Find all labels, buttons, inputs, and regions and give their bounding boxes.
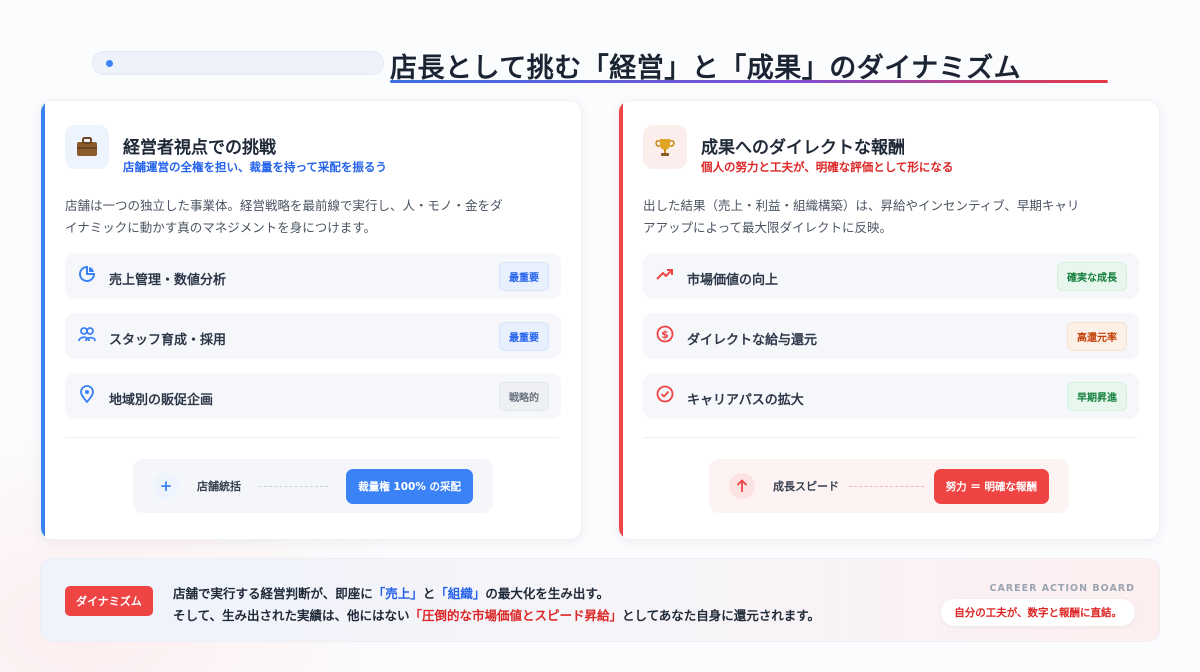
item-label: スタッフ育成・採用	[109, 332, 227, 348]
status-badge: 早期昇進	[1067, 381, 1127, 411]
description-line: 出した結果（売上・利益・組織構築）は、昇給やインセンティブ、早期キャリ	[643, 198, 1080, 213]
description-line: アアップによって最大限ダイレクトに反映。	[643, 220, 893, 235]
highlight-sales: 「売上」	[372, 586, 423, 601]
text-segment: としてあなた自身に還元されます。	[622, 608, 821, 623]
title-underline	[390, 80, 1108, 83]
page-header: 店長として挑む「経営」と「成果」のダイナミズム	[92, 46, 1112, 86]
card-subtitle: 店舗運営の全権を担い、裁量を持って采配を振るう	[123, 160, 387, 174]
flow-label: 店舗統括	[197, 480, 241, 493]
status-badge: 高還元率	[1067, 321, 1127, 351]
description-line: 店舗は一つの独立した事業体。経営戦略を最前線で実行し、人・モノ・金をダ	[65, 198, 503, 213]
summary-line-2: そして、生み出された実績は、他にはない「圧倒的な市場価値とスピード昇給」としてあ…	[173, 605, 820, 627]
item-label: ダイレクトな給与還元	[687, 332, 818, 348]
svg-text:$: $	[661, 328, 669, 341]
list-item: 売上管理・数値分析 最重要	[65, 253, 561, 299]
flow-label: 成長スピード	[773, 480, 839, 493]
dynamism-tag: ダイナミズム	[65, 586, 153, 616]
summary-bar: ダイナミズム 店舗で実行する経営判断が、即座に「売上」と「組織」の最大化を生み出…	[40, 558, 1160, 642]
status-badge: 確実な成長	[1057, 261, 1127, 291]
card-accent-bar	[41, 101, 45, 539]
summary-line-1: 店舗で実行する経営判断が、即座に「売上」と「組織」の最大化を生み出す。	[173, 583, 820, 605]
pie-chart-icon	[65, 265, 109, 286]
card-accent-bar	[619, 101, 623, 539]
card-description: 店舗は一つの独立した事業体。経営戦略を最前線で実行し、人・モノ・金をダ イナミッ…	[65, 195, 565, 239]
item-label: 地域別の販促企画	[109, 392, 214, 408]
list-item: $ ダイレクトな給与還元 高還元率	[643, 313, 1139, 359]
list-item: 市場価値の向上 確実な成長	[643, 253, 1139, 299]
board-label: CAREER ACTION BOARD	[989, 583, 1135, 594]
management-card: 経営者視点での挑戦 店舗運営の全権を担い、裁量を持って采配を振るう 店舗は一つの…	[40, 100, 582, 540]
description-line: イナミックに動かす真のマネジメントを身につけます。	[65, 220, 377, 235]
list-item: スタッフ育成・採用 最重要	[65, 313, 561, 359]
pill-dot	[106, 60, 113, 67]
text-segment: の最大化を生み出す。	[485, 586, 610, 601]
summary-text: 店舗で実行する経営判断が、即座に「売上」と「組織」の最大化を生み出す。 そして、…	[173, 583, 820, 627]
users-icon	[65, 326, 109, 346]
card-description: 出した結果（売上・利益・組織構築）は、昇給やインセンティブ、早期キャリ アアップ…	[643, 195, 1143, 239]
flow-box: 成長スピード 努力 ＝ 明確な報酬	[709, 459, 1069, 513]
card-title: 成果へのダイレクトな報酬	[701, 138, 905, 158]
plus-icon: +	[153, 473, 179, 499]
list-item: キャリアパスの拡大 早期昇進	[643, 373, 1139, 419]
card-subtitle: 個人の努力と工夫が、明確な評価として形になる	[701, 160, 954, 174]
flow-connector	[849, 485, 924, 487]
item-label: キャリアパスの拡大	[687, 392, 804, 408]
card-title: 経営者視点での挑戦	[123, 138, 276, 158]
briefcase-icon	[65, 125, 109, 169]
flow-connector	[259, 485, 329, 487]
list-item: 地域別の販促企画 戦略的	[65, 373, 561, 419]
priority-badge: 最重要	[499, 321, 549, 351]
priority-badge: 最重要	[499, 261, 549, 291]
reward-card: 成果へのダイレクトな報酬 個人の努力と工夫が、明確な評価として形になる 出した結…	[618, 100, 1160, 540]
highlight-market-value: 「圧倒的な市場価値とスピード昇給」	[409, 608, 623, 623]
text-segment: そして、生み出された実績は、他にはない	[173, 608, 410, 623]
text-segment: と	[422, 586, 436, 601]
header-pill	[92, 51, 384, 75]
trending-up-icon	[643, 267, 687, 285]
priority-badge: 戦略的	[499, 381, 549, 411]
dollar-icon: $	[643, 325, 687, 347]
text-segment: 店舗で実行する経営判断が、即座に	[173, 586, 373, 601]
map-pin-icon	[65, 385, 109, 407]
flow-box: + 店舗統括 裁量権 100% の采配	[133, 459, 493, 513]
flow-result-chip: 裁量権 100% の采配	[346, 468, 473, 504]
item-label: 売上管理・数値分析	[109, 272, 227, 288]
item-label: 市場価値の向上	[687, 272, 779, 288]
flow-result-chip: 努力 ＝ 明確な報酬	[933, 468, 1049, 504]
highlight-organization: 「組織」	[435, 586, 486, 601]
card-divider	[65, 437, 559, 438]
board-note: 自分の工夫が、数字と報酬に直結。	[941, 599, 1135, 626]
arrow-up-icon	[729, 473, 755, 499]
trophy-icon	[643, 125, 687, 169]
check-circle-icon	[643, 385, 687, 407]
card-divider	[643, 437, 1137, 438]
